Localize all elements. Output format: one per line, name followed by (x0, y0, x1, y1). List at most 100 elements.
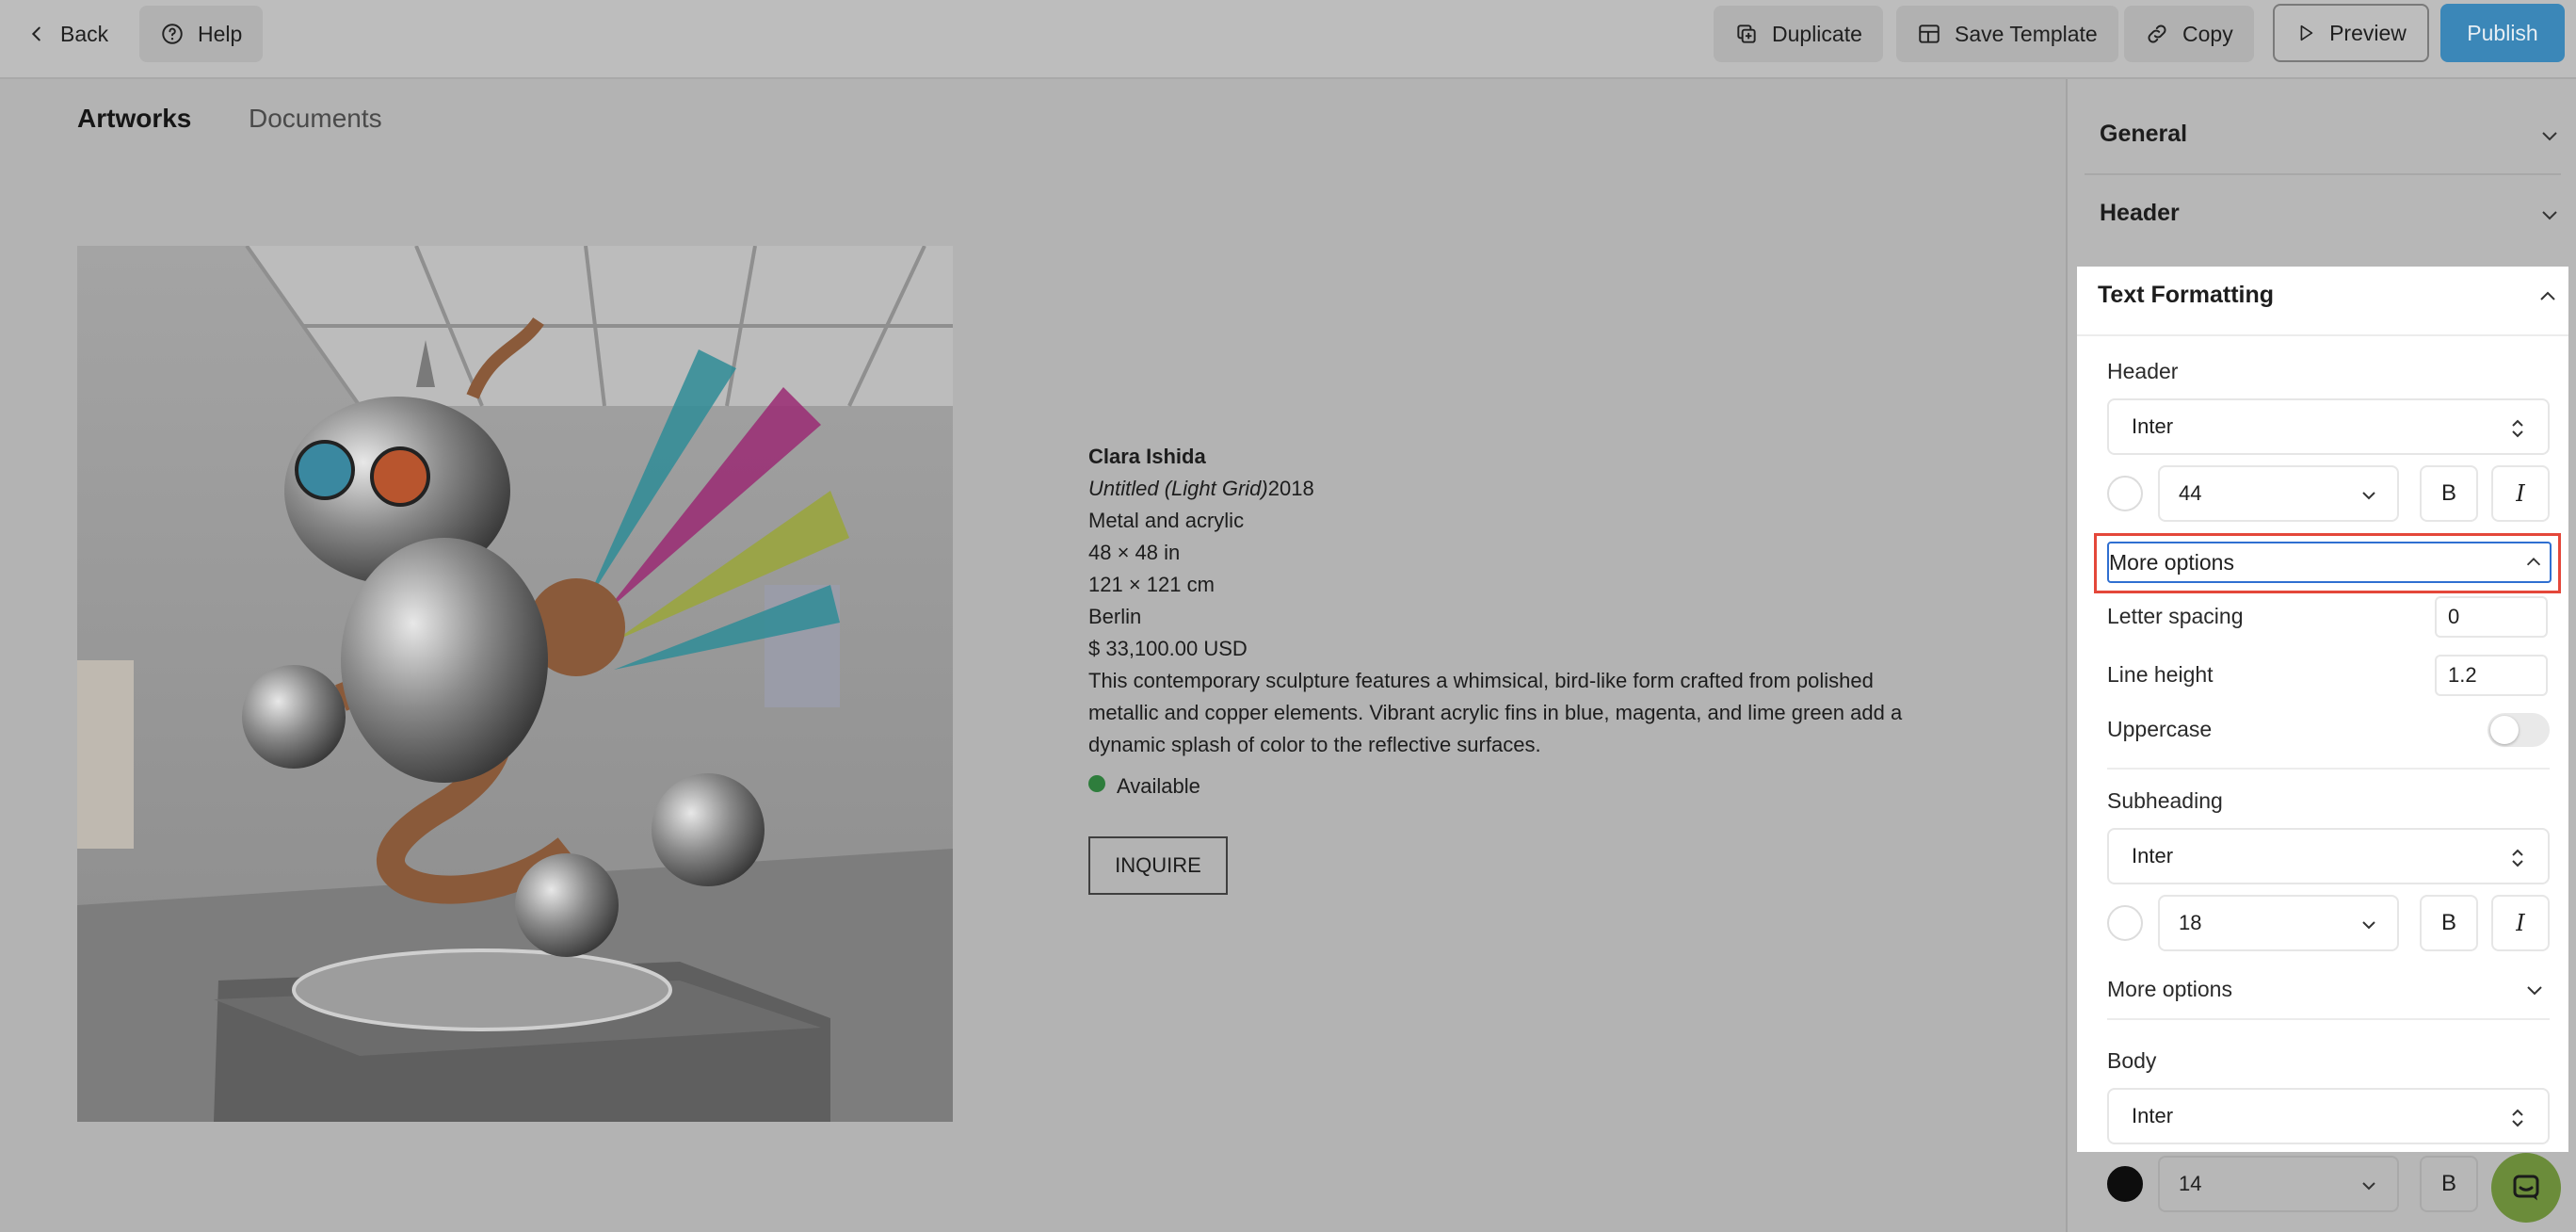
more-options-label: More options (2109, 549, 2234, 575)
chevron-down-icon (2362, 921, 2375, 930)
top-toolbar: Back Help Duplicate Save Template Copy P… (0, 0, 2576, 79)
availability-status: Available (1088, 770, 1936, 802)
section-general[interactable]: General (2100, 121, 2187, 148)
bold-icon: B (2440, 910, 2456, 935)
line-height-label: Line height (2107, 662, 2214, 687)
back-label: Back (60, 21, 109, 46)
chevron-down-icon[interactable] (2538, 203, 2561, 226)
tab-documents[interactable]: Documents (249, 104, 382, 134)
status-dot-icon (1088, 775, 1105, 792)
preview-label: Preview (2329, 20, 2407, 45)
header-size-value: 44 (2179, 481, 2202, 505)
play-icon (2300, 24, 2313, 41)
subheading-font-label: Subheading (2107, 788, 2223, 813)
availability-label: Available (1117, 774, 1200, 798)
header-color-swatch[interactable] (2107, 476, 2143, 511)
body-font-select[interactable]: Inter (2107, 1088, 2550, 1144)
divider (2107, 768, 2550, 770)
chat-launcher-button[interactable] (2491, 1153, 2561, 1223)
chat-icon (2513, 1175, 2539, 1201)
body-font-value: Inter (2132, 1104, 2174, 1127)
chevron-up-icon[interactable] (2536, 285, 2559, 308)
body-size-select[interactable]: 14 (2158, 1156, 2399, 1212)
body-bold-button[interactable]: B (2420, 1156, 2478, 1212)
body-size-value: 14 (2179, 1172, 2202, 1195)
letter-spacing-value: 0 (2448, 605, 2460, 628)
chevron-down-icon[interactable] (2538, 124, 2561, 147)
title-line: Untitled (Light Grid)2018 (1088, 473, 1936, 505)
header-size-select[interactable]: 44 (2158, 465, 2399, 522)
copy-button[interactable]: Copy (2124, 6, 2254, 62)
preview-button[interactable]: Preview (2273, 4, 2429, 62)
subheading-italic-button[interactable]: I (2491, 895, 2550, 951)
header-font-select[interactable]: Inter (2107, 398, 2550, 455)
subheading-size-value: 18 (2179, 911, 2202, 934)
subheading-color-swatch[interactable] (2107, 905, 2143, 941)
bold-icon: B (2440, 1171, 2456, 1196)
italic-icon: I (2516, 910, 2525, 936)
artwork-title: Untitled (Light Grid) (1088, 477, 1268, 500)
body-font-label: Body (2107, 1048, 2157, 1073)
duplicate-button[interactable]: Duplicate (1714, 6, 1883, 62)
artwork-location: Berlin (1088, 605, 1142, 628)
letter-spacing-input[interactable]: 0 (2435, 596, 2548, 638)
header-font-label: Header (2107, 359, 2179, 383)
main-content: Artworks Documents Clara Ishida Untitled… (0, 79, 2066, 1232)
divider (2077, 334, 2568, 336)
publish-label: Publish (2467, 20, 2538, 45)
artist-name: Clara Ishida (1088, 445, 1206, 468)
chevron-left-icon (31, 26, 40, 41)
back-button[interactable]: Back (6, 6, 129, 62)
divider (2085, 173, 2561, 175)
line-height-input[interactable]: 1.2 (2435, 655, 2548, 696)
description-line: metallic and copper elements. Vibrant ac… (1088, 701, 1903, 724)
body-color-swatch[interactable] (2107, 1166, 2143, 1202)
header-more-options-toggle[interactable]: More options (2107, 542, 2552, 583)
line-height-value: 1.2 (2448, 663, 2477, 687)
save-template-label: Save Template (1955, 21, 2098, 46)
artwork-medium: Metal and acrylic (1088, 509, 1245, 532)
save-template-button[interactable]: Save Template (1896, 6, 2118, 62)
select-arrows-icon (2512, 1109, 2523, 1127)
subheading-more-options-toggle[interactable]: More options (2107, 977, 2232, 1002)
inquire-button[interactable]: INQUIRE (1088, 836, 1228, 895)
inquire-label: INQUIRE (1115, 853, 1201, 877)
toggle-knob (2490, 716, 2519, 744)
copy-label: Copy (2182, 21, 2233, 46)
artwork-year: 2018 (1267, 477, 1314, 500)
uppercase-toggle[interactable] (2487, 713, 2550, 747)
select-arrows-icon (2512, 849, 2523, 867)
header-italic-button[interactable]: I (2491, 465, 2550, 522)
template-icon (1919, 24, 1940, 43)
publish-button[interactable]: Publish (2440, 4, 2565, 62)
bold-icon: B (2440, 480, 2456, 506)
description-line: This contemporary sculpture features a w… (1088, 669, 1874, 692)
section-text-formatting[interactable]: Text Formatting (2098, 282, 2274, 309)
artwork-size-in: 48 × 48 in (1088, 541, 1181, 564)
help-button[interactable]: Help (139, 6, 264, 62)
text-formatting-panel: Text Formatting Header Inter 44 B I More… (2077, 267, 2568, 1152)
header-bold-button[interactable]: B (2420, 465, 2478, 522)
artwork-details: Clara Ishida Untitled (Light Grid)2018 M… (1088, 441, 1936, 802)
artwork-image (77, 246, 953, 1122)
description-line: dynamic splash of color to the reflectiv… (1088, 733, 1541, 756)
subheading-font-select[interactable]: Inter (2107, 828, 2550, 884)
tab-artworks[interactable]: Artworks (77, 104, 191, 134)
section-header[interactable]: Header (2100, 200, 2180, 227)
artwork-description: This contemporary sculpture features a w… (1088, 665, 1936, 761)
header-font-value: Inter (2132, 414, 2174, 438)
chevron-down-icon[interactable] (2523, 979, 2546, 1001)
divider (2107, 1018, 2550, 1020)
chevron-down-icon (2362, 1182, 2375, 1191)
chevron-down-icon (2362, 492, 2375, 500)
letter-spacing-label: Letter spacing (2107, 604, 2244, 628)
help-circle-icon (162, 24, 183, 44)
artwork-price: $ 33,100.00 USD (1088, 637, 1248, 660)
uppercase-label: Uppercase (2107, 717, 2213, 741)
subheading-size-select[interactable]: 18 (2158, 895, 2399, 951)
artwork-size-cm: 121 × 121 cm (1088, 573, 1215, 596)
subheading-bold-button[interactable]: B (2420, 895, 2478, 951)
link-icon (2148, 24, 2166, 43)
chevron-up-icon (2526, 558, 2541, 566)
duplicate-label: Duplicate (1772, 21, 1862, 46)
